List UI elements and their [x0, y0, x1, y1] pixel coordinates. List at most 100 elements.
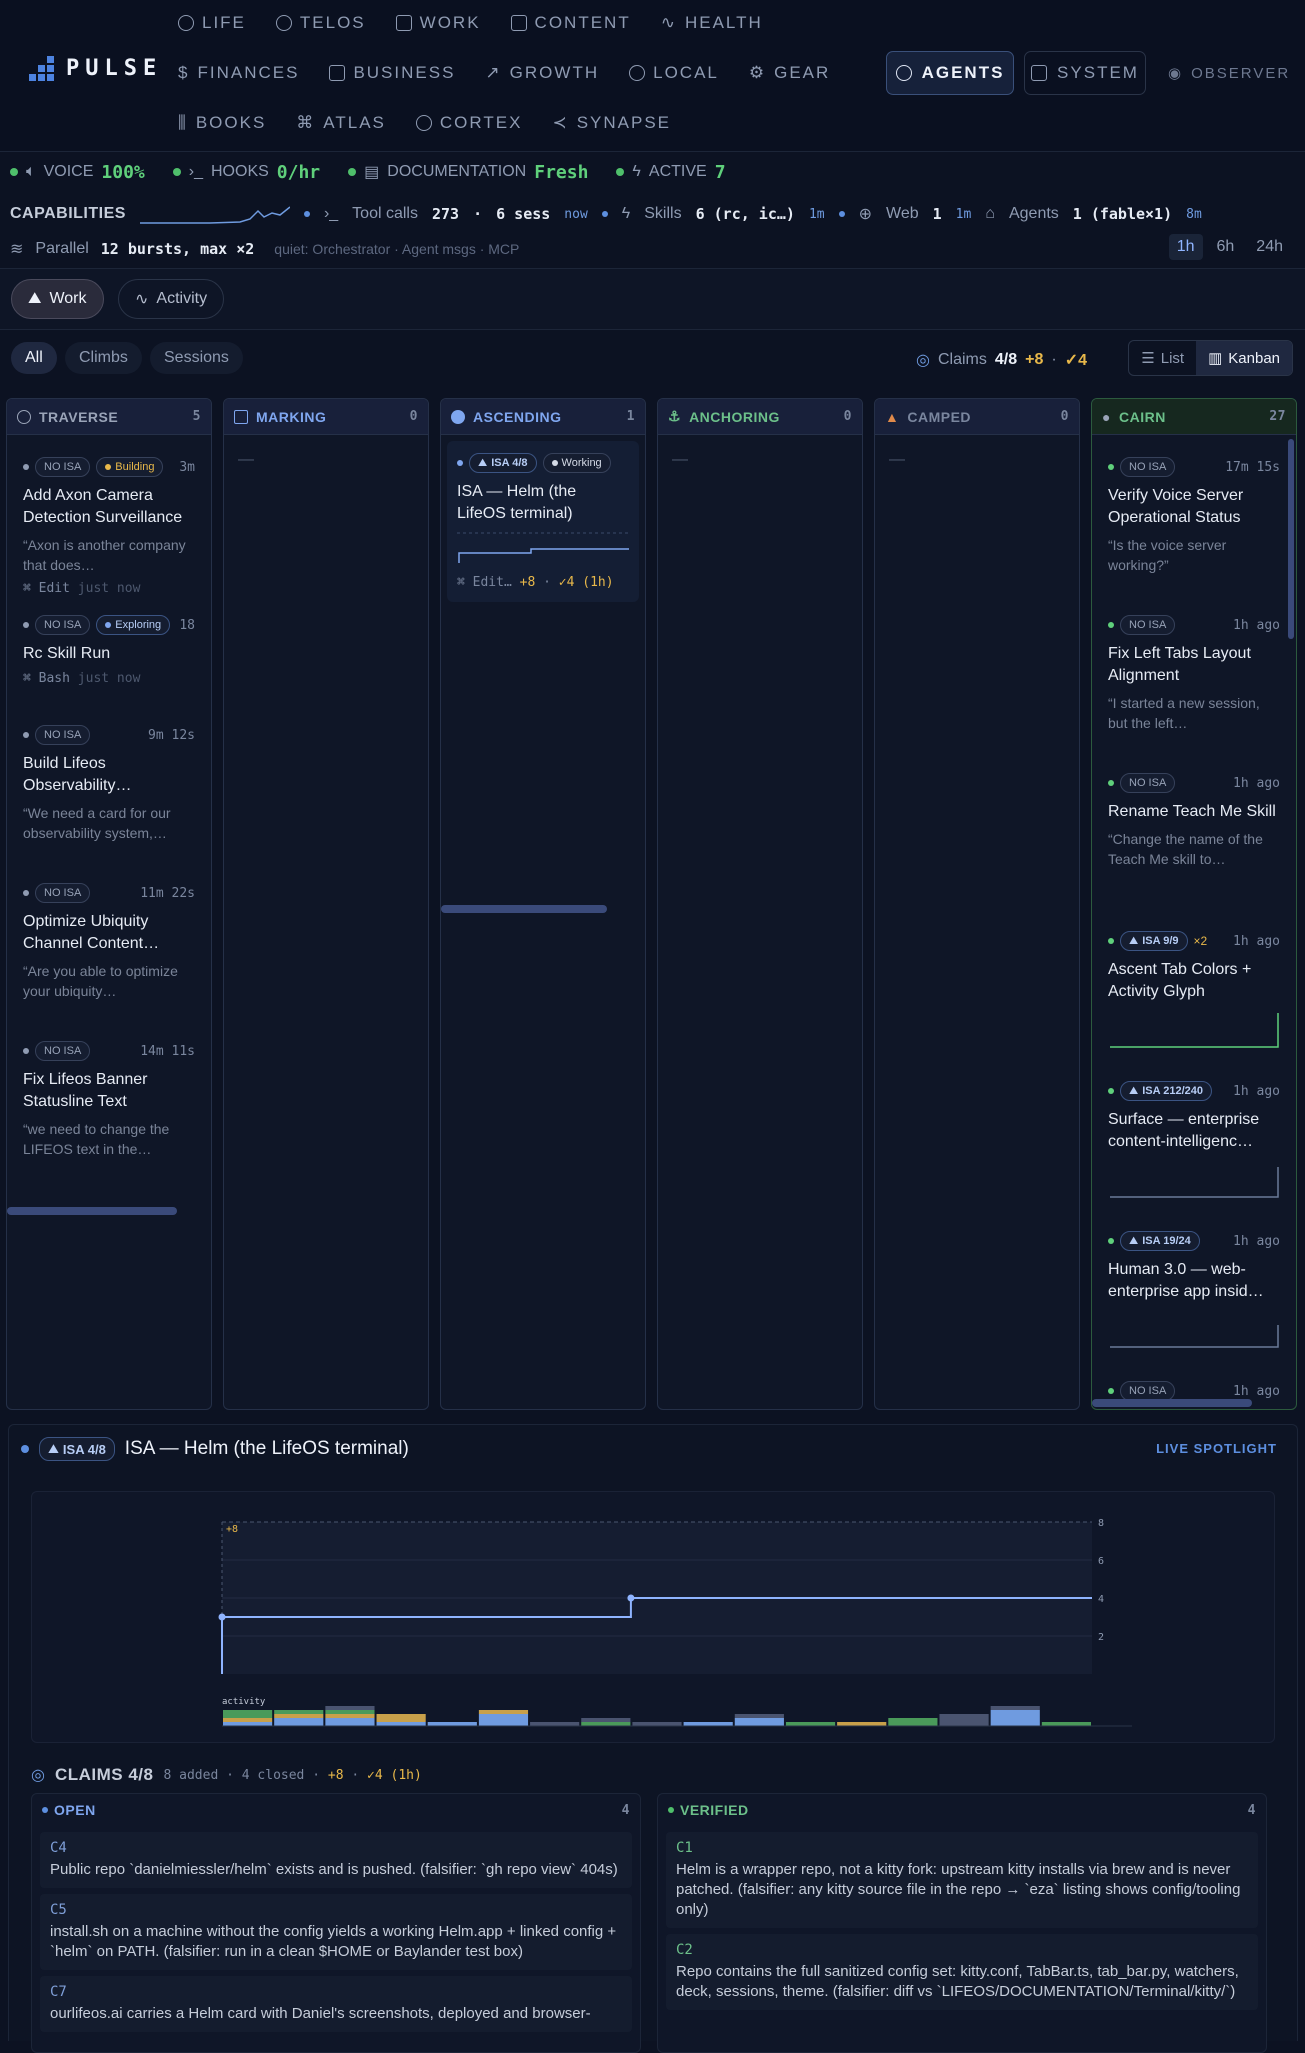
activity-bar [530, 1722, 580, 1726]
nav-telos[interactable]: TELOS [275, 13, 366, 33]
status-dot [601, 211, 608, 217]
activity-bar [478, 1710, 529, 1714]
session-card[interactable]: NO ISA Exploring 18 Rc Skill Run ⌘ Bash ju… [13, 603, 205, 698]
status-hooks[interactable]: ›_ HOOKS 0/hr [172, 162, 320, 183]
time-range-selector: 1h 6h 24h [1168, 234, 1291, 260]
card-title: ISA — Helm (the LifeOS terminal) [457, 483, 577, 522]
status-dot [1108, 1088, 1114, 1094]
nav-cortex[interactable]: CORTEX [415, 113, 523, 133]
filter-all[interactable]: All [11, 342, 57, 374]
claim-item[interactable]: C5 install.sh on a machine without the co… [40, 1894, 632, 1970]
filter-climbs[interactable]: Climbs [65, 342, 142, 374]
dollar-icon: $ [178, 63, 190, 82]
status-active[interactable]: ϟ ACTIVE 7 [616, 162, 726, 183]
card-title: Verify Voice Server Operational Status [1108, 487, 1244, 526]
empty-placeholder: — [672, 451, 688, 468]
y-tick-label: 8 [1098, 1518, 1104, 1529]
kanban-view-button[interactable]: ▥ Kanban [1196, 341, 1292, 375]
status-dot [23, 890, 29, 896]
filter-sessions[interactable]: Sessions [150, 342, 243, 374]
card-quote: “Change the name of the Teach Me skill t… [1108, 831, 1263, 867]
document-icon: ▤ [364, 164, 380, 181]
agents-button[interactable]: AGENTS [886, 51, 1014, 95]
nav-finances[interactable]: $ FINANCES [178, 63, 299, 83]
nav-atlas[interactable]: ⌘ ATLAS [296, 113, 386, 133]
horizontal-scrollbar[interactable] [441, 905, 607, 913]
card-quote: “I started a new session, but the left… [1108, 695, 1260, 731]
list-view-button[interactable]: ☰ List [1129, 341, 1196, 375]
horizontal-scrollbar[interactable] [7, 1207, 177, 1215]
network-icon: ⌘ [296, 113, 316, 132]
session-card[interactable]: ⛰︎ ISA 9/9 ×2 1h ago Ascent Tab Colors + Ac… [1098, 919, 1290, 1065]
activity-bar [837, 1722, 887, 1726]
status-dot [1108, 464, 1114, 470]
session-card[interactable]: ⛰︎ ISA 19/24 1h ago Human 3.0 — web-enterp… [1098, 1219, 1290, 1365]
activity-bar [325, 1710, 375, 1714]
claim-item[interactable]: C4 Public repo `danielmiessler/helm` exis… [40, 1832, 632, 1888]
nav-business[interactable]: BUSINESS [329, 63, 455, 83]
range-24h[interactable]: 24h [1248, 234, 1291, 260]
activity-bar [990, 1706, 1040, 1710]
list-icon: ☰ [1141, 350, 1155, 367]
card-title: Build Lifeos Observability… [23, 755, 132, 794]
isa-badge: NO ISA [1120, 1381, 1176, 1401]
observer-link[interactable]: ◉ OBSERVER [1168, 64, 1290, 83]
vertical-scrollbar[interactable] [1288, 439, 1294, 639]
nav-content[interactable]: CONTENT [510, 13, 631, 33]
tab-activity[interactable]: ∿ Activity [118, 279, 225, 319]
horizontal-scrollbar[interactable] [1092, 1399, 1252, 1407]
card-quote: “Are you able to optimize your ubiquity… [23, 963, 178, 999]
session-card[interactable]: NO ISA 1h ago Rename Teach Me Skill “Chan… [1098, 761, 1290, 881]
state-badge: Exploring [96, 615, 171, 635]
activity-bar [376, 1722, 426, 1726]
status-dot [23, 464, 29, 470]
session-card[interactable]: NO ISA 11m 22s Optimize Ubiquity Channel … [13, 871, 205, 1013]
card-progress-sparkline [1110, 1167, 1279, 1198]
session-card[interactable]: NO ISA Building 3m Add Axon Camera Detecti… [13, 445, 205, 608]
nav-life[interactable]: LIFE [178, 13, 246, 33]
isa-badge: ⛰︎ ISA 4/8 [469, 453, 537, 473]
nav-gear[interactable]: ⚙ GEAR [749, 63, 830, 83]
status-documentation[interactable]: ▤ DOCUMENTATION Fresh [348, 162, 588, 183]
card-title: Surface — enterprise content-intelligenc… [1108, 1111, 1260, 1150]
claim-item[interactable]: C1 Helm is a wrapper repo, not a kitty fo… [666, 1832, 1258, 1928]
claim-item[interactable]: C2 Repo contains the full sanitized confi… [666, 1934, 1258, 2010]
nav-books[interactable]: ⫼ BOOKS [178, 113, 266, 133]
session-card[interactable]: NO ISA 14m 11s Fix Lifeos Banner Statusli… [13, 1029, 205, 1171]
range-1h[interactable]: 1h [1168, 234, 1203, 260]
tab-work[interactable]: ⛰︎ Work [11, 279, 104, 319]
status-dot [668, 1807, 674, 1813]
filter-bar: All Climbs Sessions ◎ Claims 4/8 +8 · ✓4… [0, 332, 1305, 388]
session-card[interactable]: NO ISA 1h ago Fix Left Tabs Layout Alignm… [1098, 603, 1290, 745]
top-navigation: PULSE LIFE TELOS WORK CONTENT ∿ HEALTH $ F… [0, 0, 1305, 152]
mountain-icon: ⛰︎ [1129, 1084, 1139, 1097]
activity-bar [223, 1722, 273, 1726]
range-6h[interactable]: 6h [1209, 234, 1243, 260]
session-card[interactable]: NO ISA 17m 15s Verify Voice Server Operat… [1098, 445, 1290, 587]
status-voice[interactable]: 🔈︎ VOICE 100% [10, 162, 145, 183]
session-card[interactable]: ⛰︎ ISA 4/8 Working ISA — Helm (the LifeOS … [447, 441, 639, 602]
nav-growth[interactable]: ↗ GROWTH [485, 63, 599, 83]
nav-synapse[interactable]: ≺ SYNAPSE [552, 113, 671, 133]
isa-badge: NO ISA [35, 883, 91, 903]
status-dot [21, 1445, 29, 1453]
session-card[interactable]: ⛰︎ ISA 212/240 1h ago Surface — enterprise… [1098, 1069, 1290, 1215]
map-pin-icon [629, 65, 646, 81]
logo[interactable]: PULSE [20, 56, 162, 81]
progress-chart-svg: 2 4 6 8 +8 activity [218, 1518, 1132, 1727]
isa-badge: NO ISA [1120, 615, 1176, 635]
nav-work[interactable]: WORK [395, 13, 481, 33]
nav-local[interactable]: LOCAL [629, 63, 719, 83]
session-card[interactable]: NO ISA 9m 12s Build Lifeos Observability…… [13, 713, 205, 855]
status-bar: 🔈︎ VOICE 100% ›_ HOOKS 0/hr ▤ DOCUMENTATION Fr… [0, 152, 1305, 192]
system-button[interactable]: SYSTEM [1024, 51, 1146, 95]
status-dot [1108, 1238, 1114, 1244]
claim-item[interactable]: C7 ourlifeos.ai carries a Helm card with … [40, 1976, 632, 2032]
empty-placeholder: — [238, 451, 254, 468]
activity-bar [325, 1714, 375, 1718]
folder-icon [395, 15, 412, 31]
activity-bar [274, 1714, 324, 1718]
claims-verified-panel: VERIFIED 4 C1 Helm is a wrapper repo, not … [657, 1793, 1267, 2053]
nav-health[interactable]: ∿ HEALTH [661, 13, 763, 33]
spotlight-title: ISA — Helm (the LifeOS terminal) [124, 1438, 409, 1459]
